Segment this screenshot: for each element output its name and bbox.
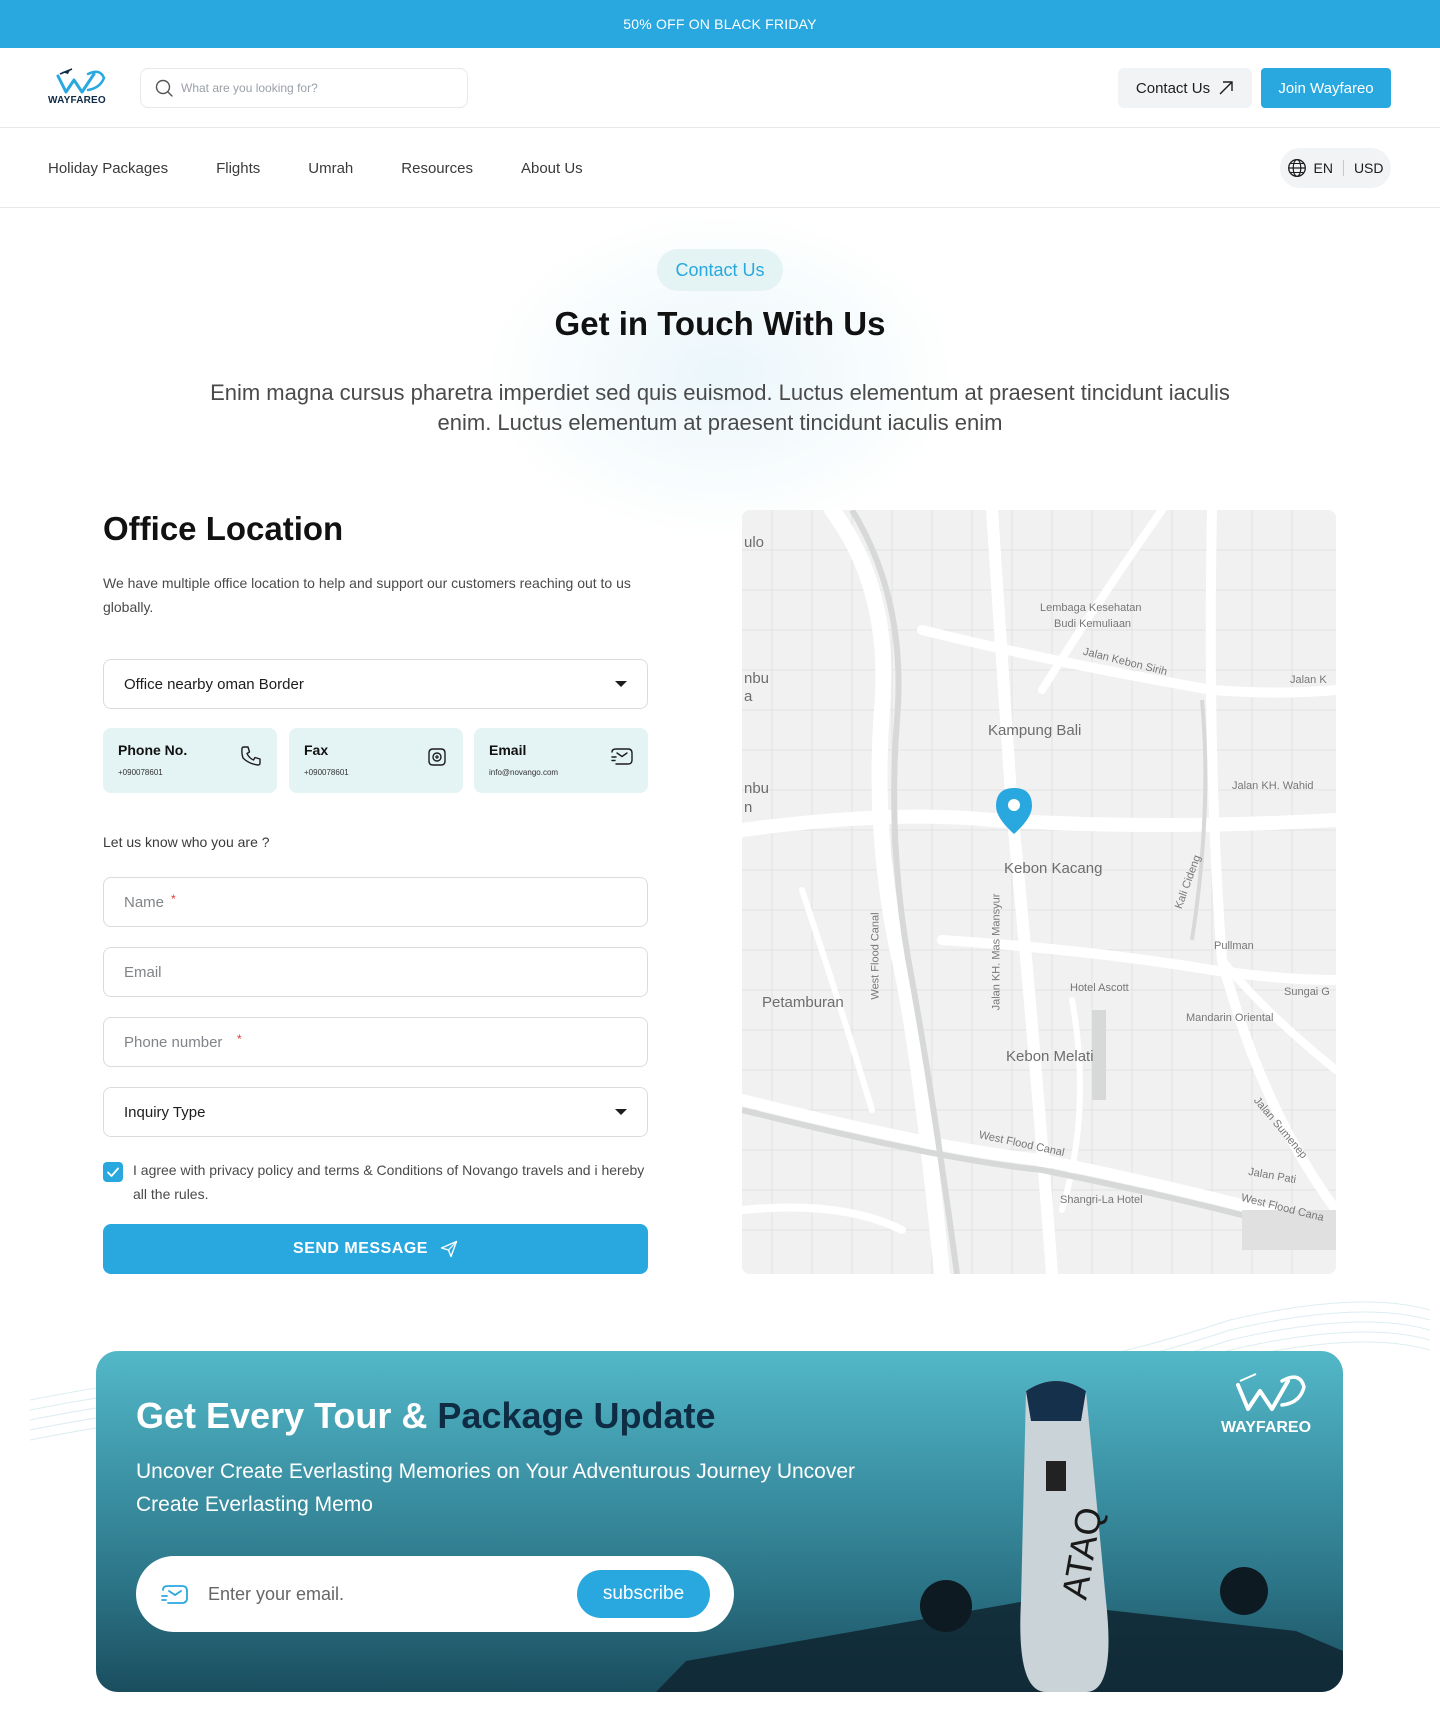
form-prompt: Let us know who you are ?: [103, 834, 270, 850]
divider: [1342, 160, 1344, 176]
office-map[interactable]: ulo Lembaga Kesehatan Budi Kemuliaan Jal…: [742, 510, 1336, 1274]
map-label: Pullman: [1214, 940, 1254, 952]
newsletter-title-light: Get Every Tour &: [136, 1395, 438, 1436]
nav-item-about-us[interactable]: About Us: [521, 160, 583, 177]
map-label: Budi Kemuliaan: [1054, 618, 1132, 630]
map-label: n: [744, 799, 753, 816]
logo-mark-icon: [56, 68, 106, 94]
logo[interactable]: WAYFAREO: [48, 68, 110, 108]
map-label: Mandarin Oriental: [1186, 1012, 1274, 1024]
map-label: Lembaga Kesehatan: [1040, 602, 1142, 614]
map-label: Jalan K: [1290, 674, 1327, 686]
map-label: Kampung Bali: [988, 722, 1082, 739]
phone-card-value: +090078601: [118, 768, 163, 777]
send-message-label: SEND MESSAGE: [293, 1240, 428, 1257]
map-pin-icon[interactable]: [994, 786, 1034, 836]
send-message-button[interactable]: SEND MESSAGE: [103, 1224, 648, 1274]
promo-banner[interactable]: 50% OFF ON BLACK FRIDAY: [0, 0, 1440, 48]
nav-item-umrah[interactable]: Umrah: [308, 160, 353, 177]
nav-item-resources[interactable]: Resources: [401, 160, 473, 177]
office-select-value: Office nearby oman Border: [124, 675, 304, 693]
agree-label: I agree with privacy policy and terms & …: [133, 1162, 645, 1202]
subscribe-button[interactable]: subscribe: [577, 1570, 710, 1618]
inquiry-type-value: Inquiry Type: [124, 1103, 206, 1121]
map-label: West Flood Canal: [869, 912, 882, 1000]
mail-icon: [611, 748, 633, 765]
email-field[interactable]: [103, 947, 648, 997]
checkmark-icon: [107, 1167, 119, 1177]
office-select[interactable]: Office nearby oman Border: [103, 659, 648, 709]
newsletter-subtitle: Uncover Create Everlasting Memories on Y…: [136, 1460, 856, 1516]
map-label: nbu: [744, 670, 770, 687]
nav-item-holiday-packages[interactable]: Holiday Packages: [48, 160, 168, 177]
map-streets: [742, 510, 1336, 1274]
map-label: Kebon Melati: [1006, 1048, 1094, 1065]
section-pill-label: Contact Us: [675, 259, 765, 280]
search-box[interactable]: [140, 68, 468, 108]
globe-icon: [1288, 159, 1307, 177]
fax-card[interactable]: Fax +090078601: [289, 728, 463, 793]
fax-card-value: +090078601: [304, 768, 349, 777]
name-input[interactable]: [124, 893, 627, 911]
chevron-down-icon: [615, 681, 627, 687]
currency-label: USD: [1353, 160, 1384, 176]
promo-text: 50% OFF ON BLACK FRIDAY: [623, 16, 817, 32]
newsletter-form[interactable]: subscribe: [136, 1556, 734, 1632]
arrow-up-right-icon: [1219, 81, 1233, 95]
join-label: Join Wayfareo: [1278, 79, 1374, 97]
office-location-title: Office Location: [103, 510, 344, 547]
join-button[interactable]: Join Wayfareo: [1261, 68, 1391, 108]
page-title: Get in Touch With Us: [554, 305, 886, 342]
main-nav: Holiday Packages Flights Umrah Resources…: [0, 128, 1440, 208]
map-label: Petamburan: [762, 994, 844, 1011]
newsletter-banner: ATAQ Get Every Tour & Package Update Unc…: [96, 1351, 1343, 1692]
map-label: Shangri-La Hotel: [1060, 1194, 1143, 1206]
banner-logo-text: WAYFAREO: [1220, 1419, 1312, 1436]
newsletter-title-dark: Package Update: [437, 1395, 716, 1436]
language-currency-selector[interactable]: EN USD: [1280, 148, 1391, 188]
map-label: ulo: [744, 534, 765, 551]
logo-mark-icon: [1236, 1373, 1306, 1411]
map-label: Kebon Kacang: [1004, 860, 1103, 877]
email-input[interactable]: [124, 963, 627, 981]
phone-field[interactable]: *: [103, 1017, 648, 1067]
chevron-down-icon: [615, 1109, 627, 1115]
phone-icon: [241, 746, 261, 766]
contact-us-label: Contact Us: [1135, 79, 1211, 97]
map-label: Jalan KH. Wahid: [1232, 780, 1314, 792]
newsletter-email-input[interactable]: [208, 1583, 548, 1605]
email-card[interactable]: Email info@novango.com: [474, 728, 648, 793]
banner-logo: WAYFAREO: [1216, 1373, 1316, 1443]
phone-input[interactable]: [124, 1033, 627, 1051]
map-label: nbu: [744, 780, 770, 797]
required-mark: *: [237, 1032, 242, 1046]
email-card-value: info@novango.com: [489, 768, 559, 777]
phone-card[interactable]: Phone No. +090078601: [103, 728, 277, 793]
subscribe-label: subscribe: [602, 1583, 685, 1604]
page-subtitle: Enim magna cursus pharetra imperdiet sed…: [210, 380, 1230, 435]
office-location-description: We have multiple office location to help…: [103, 575, 631, 615]
map-label: a: [744, 688, 753, 705]
map-label: Hotel Ascott: [1070, 982, 1129, 994]
map-label: Jalan KH. Mas Mansyur: [990, 893, 1003, 1011]
section-pill: Contact Us: [657, 249, 783, 291]
required-mark: *: [171, 892, 176, 906]
search-icon: [155, 79, 173, 97]
language-label: EN: [1313, 160, 1333, 176]
name-field[interactable]: *: [103, 877, 648, 927]
mail-icon: [161, 1585, 188, 1604]
fax-icon: [428, 748, 446, 766]
contact-us-button[interactable]: Contact Us: [1118, 68, 1252, 108]
nav-item-flights[interactable]: Flights: [216, 160, 260, 177]
header: WAYFAREO Contact Us Join Wayfareo: [0, 48, 1440, 128]
newsletter-title: Get Every Tour & Package Update: [136, 1395, 716, 1437]
agree-checkbox[interactable]: [103, 1162, 123, 1182]
search-input[interactable]: [181, 81, 441, 95]
logo-text: WAYFAREO: [48, 95, 106, 106]
send-icon: [440, 1240, 458, 1258]
map-label: Sungai G: [1284, 986, 1330, 998]
inquiry-type-select[interactable]: Inquiry Type: [103, 1087, 648, 1137]
